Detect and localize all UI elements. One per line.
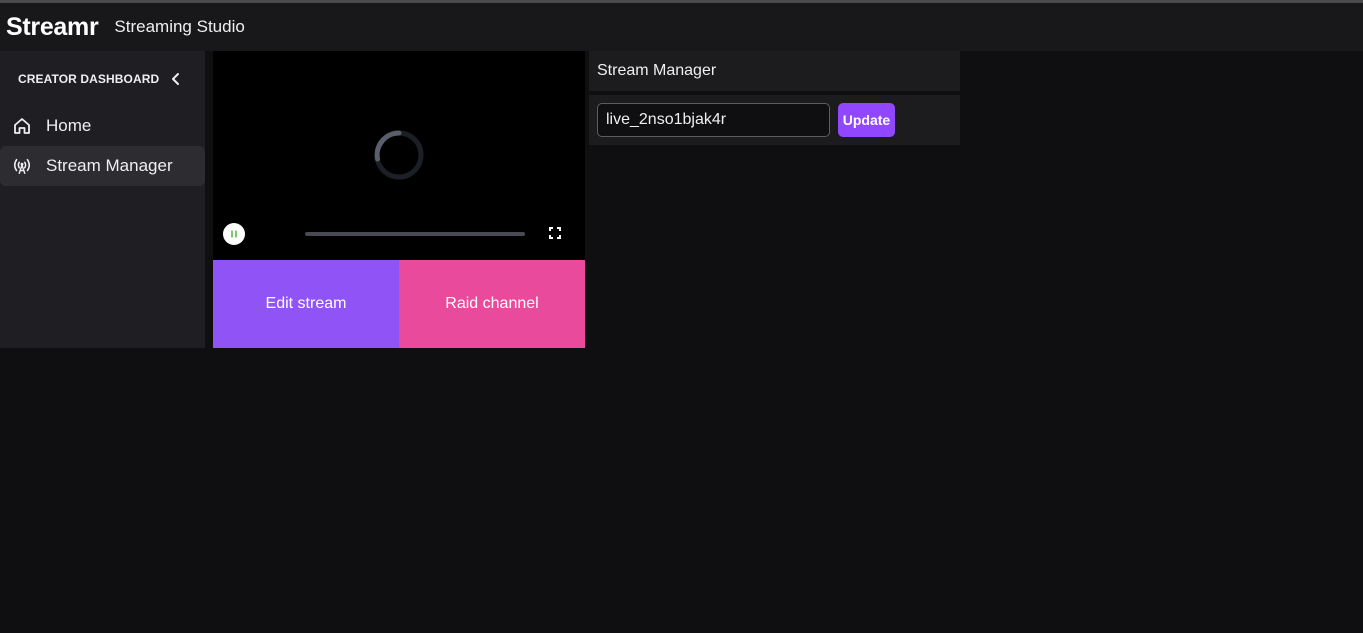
stream-key-form: Update <box>589 95 960 145</box>
sidebar-item-stream-manager[interactable]: Stream Manager <box>0 146 205 186</box>
sidebar-item-label: Stream Manager <box>46 156 173 175</box>
app-header: Streamr Streaming Studio <box>0 3 1363 51</box>
edit-stream-button[interactable]: Edit stream <box>213 260 399 348</box>
broadcast-icon <box>12 156 32 176</box>
update-button[interactable]: Update <box>838 103 895 137</box>
pause-button[interactable] <box>223 223 245 245</box>
app-logo[interactable]: Streamr <box>6 13 99 42</box>
sidebar-item-home[interactable]: Home <box>0 106 205 146</box>
fullscreen-icon <box>549 227 561 239</box>
home-icon <box>12 116 32 136</box>
stream-actions: Edit stream Raid channel <box>213 260 585 348</box>
progress-bar[interactable] <box>305 232 525 236</box>
app-title: Streaming Studio <box>114 17 245 36</box>
loading-spinner <box>374 130 424 180</box>
video-player[interactable] <box>213 51 585 260</box>
sidebar: CREATOR DASHBOARD Home Stream Manager <box>0 51 205 348</box>
chevron-left-icon[interactable] <box>171 72 183 86</box>
sidebar-heading: CREATOR DASHBOARD <box>18 71 160 86</box>
fullscreen-button[interactable] <box>548 226 562 240</box>
sidebar-header: CREATOR DASHBOARD <box>0 51 205 106</box>
stream-manager-title: Stream Manager <box>589 51 960 91</box>
stream-key-input[interactable] <box>597 103 830 137</box>
sidebar-item-label: Home <box>46 116 92 135</box>
pause-icon <box>231 230 237 238</box>
raid-channel-button[interactable]: Raid channel <box>399 260 585 348</box>
